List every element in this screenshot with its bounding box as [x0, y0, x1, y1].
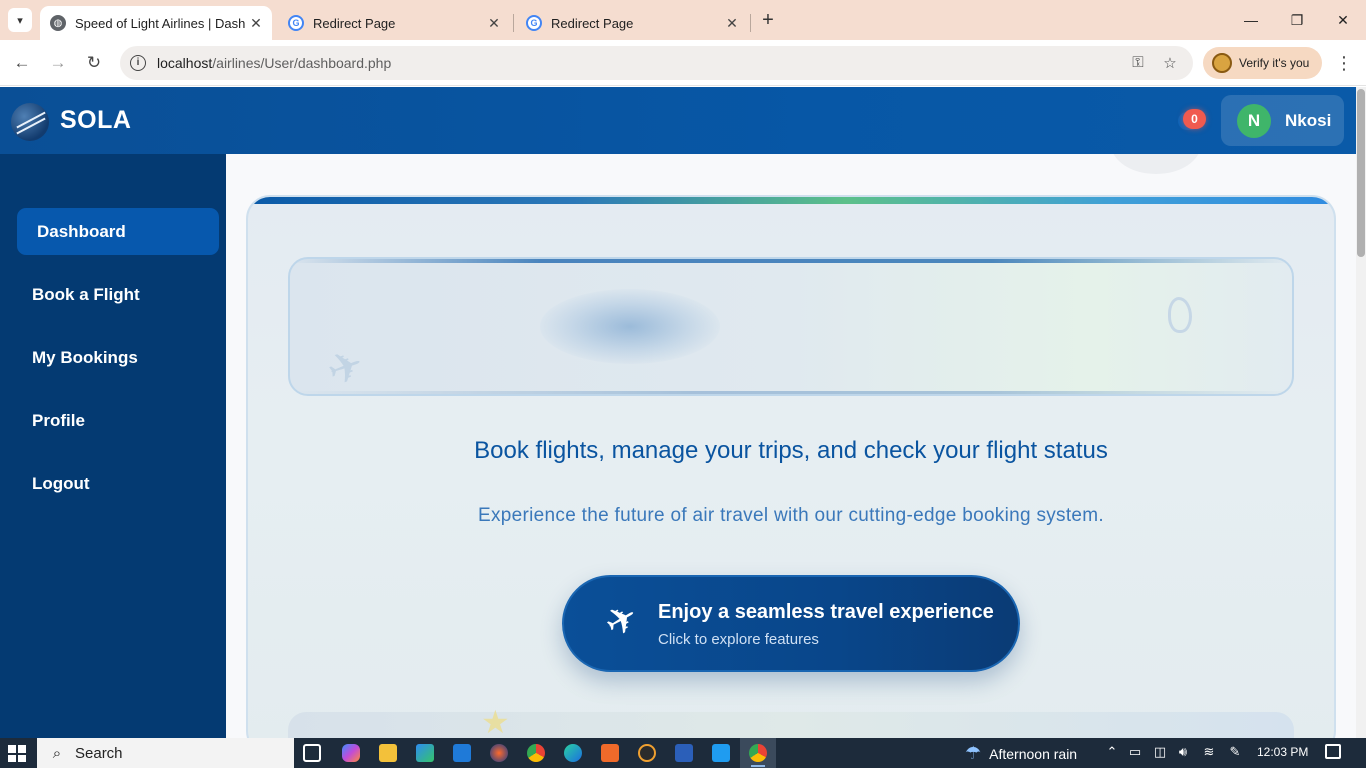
- profile-verify-button[interactable]: Verify it's you: [1203, 47, 1322, 79]
- file-explorer-icon[interactable]: [379, 744, 397, 762]
- sidebar-item-dashboard[interactable]: Dashboard: [17, 208, 219, 255]
- word-icon[interactable]: [675, 744, 693, 762]
- sidebar-item-logout[interactable]: Logout: [17, 460, 219, 507]
- chrome-icon[interactable]: [749, 744, 767, 762]
- app-header: SOLA 0 N Nkosi: [0, 87, 1356, 154]
- browser-tab-redirect-2[interactable]: G Redirect Page ✕: [516, 6, 748, 40]
- brand-name[interactable]: SOLA: [60, 106, 131, 135]
- avatar: N: [1237, 103, 1271, 138]
- sidebar: Dashboard Book a Flight My Bookings Prof…: [0, 154, 226, 738]
- logo-icon: [11, 103, 49, 141]
- page-headline: Book flights, manage your trips, and che…: [474, 437, 1108, 464]
- tab-title: Redirect Page: [551, 15, 634, 31]
- profile-avatar-icon: [1212, 53, 1232, 73]
- close-tab-icon[interactable]: ✕: [246, 15, 266, 32]
- star-icon: ★: [481, 704, 510, 738]
- weather-label: Afternoon rain: [989, 745, 1078, 762]
- cta-title: Enjoy a seamless travel experience: [658, 601, 994, 623]
- notification-badge[interactable]: 0: [1183, 109, 1206, 129]
- microsoft-store-icon[interactable]: [416, 744, 434, 762]
- copilot-icon[interactable]: [342, 744, 360, 762]
- browser-menu-icon[interactable]: ⋮: [1334, 51, 1354, 75]
- wifi-icon[interactable]: ≋: [1200, 744, 1218, 760]
- browser-toolbar: ← → ↻ i localhost/airlines/User/dashboar…: [0, 40, 1366, 86]
- features-panel: [288, 712, 1294, 738]
- windows-start-icon[interactable]: [8, 745, 26, 762]
- umbrella-icon: ☂: [965, 743, 982, 763]
- page-scrollbar[interactable]: [1356, 87, 1366, 738]
- explore-features-button[interactable]: ✈ Enjoy a seamless travel experience Cli…: [562, 575, 1020, 672]
- os-taskbar: ⌕ Search ☂ Afternoon rain ⌃ ▭ ◫ 🔊︎ ≋ ✎ 1…: [0, 738, 1366, 768]
- welcome-card: ✈ Book flights, manage your trips, and c…: [246, 195, 1336, 738]
- tab-search-button[interactable]: ▾: [8, 8, 32, 32]
- weather-widget[interactable]: ☂ Afternoon rain: [965, 743, 1077, 764]
- page-subheadline: Experience the future of air travel with…: [478, 505, 1104, 526]
- key-icon[interactable]: ⚿: [1128, 54, 1148, 72]
- main-content: ✈ Book flights, manage your trips, and c…: [226, 154, 1356, 738]
- browser-tab-dashboard[interactable]: ◍ Speed of Light Airlines | Dashboard ✕: [40, 6, 272, 40]
- user-menu[interactable]: N Nkosi: [1221, 95, 1344, 146]
- search-icon: ⌕: [52, 744, 62, 762]
- xampp-icon[interactable]: [601, 744, 619, 762]
- browser-tabstrip: ▾ ◍ Speed of Light Airlines | Dashboard …: [0, 0, 1366, 40]
- back-icon[interactable]: ←: [10, 51, 34, 75]
- task-view-icon[interactable]: [303, 744, 321, 762]
- close-window-icon[interactable]: ✕: [1328, 8, 1358, 32]
- mail-icon[interactable]: [453, 744, 471, 762]
- app-icon[interactable]: [638, 744, 656, 762]
- volume-icon[interactable]: 🔊︎: [1174, 744, 1192, 760]
- chevron-up-icon[interactable]: ⌃: [1103, 744, 1121, 760]
- taskbar-search-label: Search: [75, 744, 123, 762]
- url-text: localhost/airlines/User/dashboard.php: [157, 55, 391, 71]
- profile-label: Verify it's you: [1239, 56, 1310, 70]
- bookmark-star-icon[interactable]: ☆: [1160, 54, 1180, 72]
- hero-bottom-line: [290, 391, 1292, 394]
- user-name: Nkosi: [1285, 110, 1332, 130]
- scrollbar-thumb[interactable]: [1357, 89, 1365, 257]
- sidebar-item-my-bookings[interactable]: My Bookings: [17, 334, 219, 381]
- hero-glow: [540, 289, 720, 364]
- hero-top-line: [290, 259, 1292, 263]
- close-tab-icon[interactable]: ✕: [722, 15, 742, 32]
- new-tab-icon[interactable]: +: [758, 9, 778, 31]
- card-accent-bar: [248, 197, 1334, 204]
- vscode-icon[interactable]: [712, 744, 730, 762]
- chrome-icon[interactable]: [527, 744, 545, 762]
- meet-icon[interactable]: ◫: [1151, 744, 1169, 760]
- tab-divider: [750, 14, 751, 32]
- tab-title: Redirect Page: [313, 15, 396, 31]
- pen-icon[interactable]: ✎: [1226, 744, 1244, 760]
- minimize-icon[interactable]: —: [1236, 8, 1266, 32]
- globe-icon: ◍: [50, 15, 66, 31]
- tab-divider: [513, 14, 514, 32]
- cloud-icon: [1168, 297, 1192, 333]
- url-path: /airlines/User/dashboard.php: [212, 55, 392, 71]
- firefox-icon[interactable]: [490, 744, 508, 762]
- battery-icon[interactable]: ▭: [1126, 744, 1144, 760]
- google-icon: G: [526, 15, 542, 31]
- tab-title: Speed of Light Airlines | Dashboard: [75, 15, 246, 31]
- edge-icon[interactable]: [564, 744, 582, 762]
- address-bar[interactable]: i localhost/airlines/User/dashboard.php …: [120, 46, 1193, 80]
- hero-banner: ✈: [288, 257, 1294, 396]
- decorative-circle: [1111, 154, 1201, 174]
- browser-tab-redirect-1[interactable]: G Redirect Page ✕: [278, 6, 510, 40]
- restore-icon[interactable]: ❐: [1282, 8, 1312, 32]
- system-clock[interactable]: 12:03 PM: [1257, 745, 1308, 759]
- airplane-icon: ✈: [597, 594, 647, 648]
- sidebar-item-profile[interactable]: Profile: [17, 397, 219, 444]
- active-app-indicator: [751, 765, 765, 767]
- notification-center-icon[interactable]: [1325, 744, 1341, 759]
- reload-icon[interactable]: ↻: [82, 51, 106, 75]
- sidebar-item-book-flight[interactable]: Book a Flight: [17, 271, 219, 318]
- site-info-icon[interactable]: i: [130, 55, 146, 71]
- google-icon: G: [288, 15, 304, 31]
- forward-icon[interactable]: →: [46, 51, 70, 75]
- cta-subtitle: Click to explore features: [658, 631, 819, 648]
- taskbar-search-box[interactable]: ⌕ Search: [37, 738, 294, 768]
- close-tab-icon[interactable]: ✕: [484, 15, 504, 32]
- airplane-icon: ✈: [320, 339, 371, 396]
- url-host: localhost: [157, 55, 213, 71]
